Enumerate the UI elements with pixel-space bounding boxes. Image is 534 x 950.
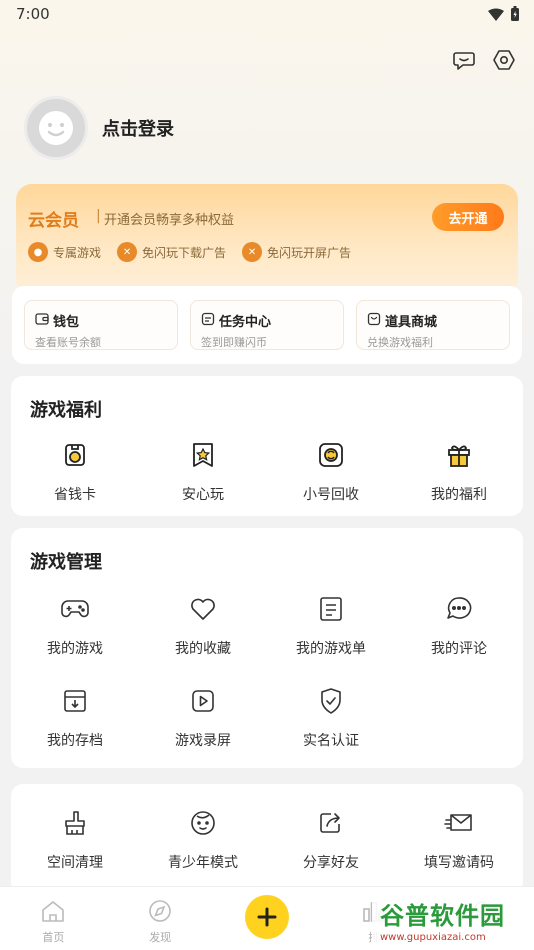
tool-item-invite-code[interactable]: 填写邀请码 bbox=[395, 804, 523, 896]
status-bar: 7:00 bbox=[0, 0, 534, 28]
tab-discover[interactable]: 发现 bbox=[107, 887, 214, 950]
shop-entry[interactable]: 道具商城 兑换游戏福利 bbox=[356, 300, 510, 350]
message-icon[interactable] bbox=[450, 46, 478, 74]
avatar[interactable] bbox=[24, 96, 88, 160]
welfare-item-my-benefits[interactable]: 我的福利 bbox=[395, 436, 523, 528]
shield-check-icon bbox=[314, 684, 348, 718]
status-time: 7:00 bbox=[16, 5, 50, 23]
tools-card: 空间清理 青少年模式 分享好友 填写邀请码 bbox=[11, 784, 523, 894]
share-icon bbox=[314, 806, 348, 840]
broom-icon bbox=[58, 806, 92, 840]
vip-perk: ● 专属游戏 bbox=[28, 242, 101, 262]
profile-header[interactable]: 点击登录 bbox=[24, 96, 174, 160]
manage-title: 游戏管理 bbox=[30, 552, 102, 573]
home-icon bbox=[40, 899, 66, 927]
manage-item-my-games[interactable]: 我的游戏 bbox=[11, 590, 139, 682]
tool-item-teen-mode[interactable]: 青少年模式 bbox=[139, 804, 267, 896]
child-icon bbox=[186, 806, 220, 840]
battery-icon bbox=[510, 6, 520, 26]
vip-perk: ✕ 免闪玩开屏广告 bbox=[242, 242, 351, 262]
tab-publish[interactable] bbox=[214, 887, 321, 950]
manage-item-comments[interactable]: 我的评论 bbox=[395, 590, 523, 682]
watermark-title: 谷普软件园 bbox=[380, 902, 505, 930]
tool-item-share[interactable]: 分享好友 bbox=[267, 804, 395, 896]
comment-icon bbox=[442, 592, 476, 626]
wallet-icon bbox=[35, 312, 49, 330]
invite-icon bbox=[442, 806, 476, 840]
manage-item-game-list[interactable]: 我的游戏单 bbox=[267, 590, 395, 682]
no-ad-splash-icon: ✕ bbox=[242, 242, 263, 262]
exclusive-game-icon: ● bbox=[28, 242, 48, 262]
shop-icon bbox=[367, 312, 381, 330]
wifi-icon bbox=[488, 7, 504, 26]
task-center-entry[interactable]: 任务中心 签到即赚闪币 bbox=[190, 300, 344, 350]
manage-item-real-name[interactable]: 实名认证 bbox=[267, 682, 395, 774]
quick-entries: 钱包 查看账号余额 任务中心 签到即赚闪币 道具商城 兑换游戏福利 bbox=[12, 286, 522, 364]
vip-perk: ✕ 免闪玩下载广告 bbox=[117, 242, 226, 262]
manage-item-archive[interactable]: 我的存档 bbox=[11, 682, 139, 774]
vip-open-button[interactable]: 去开通 bbox=[432, 203, 504, 231]
manage-card: 游戏管理 我的游戏 我的收藏 我的游戏单 我的评论 我的存档 游戏录屏 实名认证 bbox=[11, 528, 523, 768]
watermark-url: www.gupuxiazai.com bbox=[380, 932, 486, 943]
gamepad-icon bbox=[58, 592, 92, 626]
tab-home[interactable]: 首页 bbox=[0, 887, 107, 950]
welfare-item-safe-play[interactable]: 安心玩 bbox=[139, 436, 267, 528]
tool-item-clean[interactable]: 空间清理 bbox=[11, 804, 139, 896]
play-icon bbox=[186, 684, 220, 718]
manage-item-screen-record[interactable]: 游戏录屏 bbox=[139, 682, 267, 774]
compass-icon bbox=[147, 899, 173, 927]
welfare-item-account-recycle[interactable]: 小号回收 bbox=[267, 436, 395, 528]
vip-banner[interactable]: 云会员 | 开通会员畅享多种权益 去开通 ● 专属游戏 ✕ 免闪玩下载广告 ✕ … bbox=[16, 184, 518, 294]
task-icon bbox=[201, 312, 215, 330]
plus-icon[interactable] bbox=[244, 895, 289, 939]
welfare-card: 游戏福利 省钱卡 安心玩 小号回收 我的福利 bbox=[11, 376, 523, 516]
wallet-entry[interactable]: 钱包 查看账号余额 bbox=[24, 300, 178, 350]
vip-brand: 云会员 bbox=[28, 211, 79, 231]
vip-separator: | bbox=[96, 208, 101, 224]
no-ad-download-icon: ✕ bbox=[117, 242, 138, 262]
archive-icon bbox=[58, 684, 92, 718]
gift-icon bbox=[442, 438, 476, 472]
star-badge-icon bbox=[186, 438, 220, 472]
recycle-icon bbox=[314, 438, 348, 472]
welfare-title: 游戏福利 bbox=[30, 400, 102, 421]
list-icon bbox=[314, 592, 348, 626]
login-link[interactable]: 点击登录 bbox=[102, 115, 174, 141]
settings-icon[interactable] bbox=[490, 46, 518, 74]
vip-description: 开通会员畅享多种权益 bbox=[104, 213, 235, 228]
watermark: 谷普软件园 www.gupuxiazai.com bbox=[372, 892, 532, 948]
welfare-item-save-card[interactable]: 省钱卡 bbox=[11, 436, 139, 528]
heart-icon bbox=[186, 592, 220, 626]
save-card-icon bbox=[58, 438, 92, 472]
manage-item-favorites[interactable]: 我的收藏 bbox=[139, 590, 267, 682]
